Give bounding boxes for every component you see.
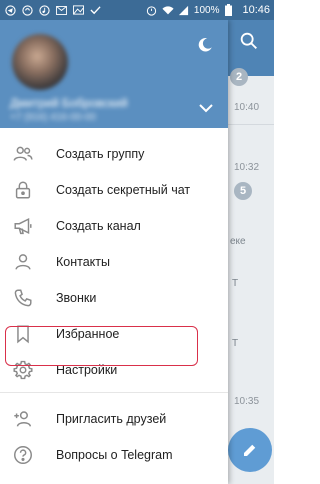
wifi-icon: [162, 4, 174, 16]
question-icon: [12, 444, 34, 466]
navigation-drawer: Дмитрий Бобровский +7 (916) 416-00-00 Со…: [0, 20, 228, 484]
menu-item-telegram-faq[interactable]: Вопросы о Telegram: [0, 437, 228, 473]
moon-icon[interactable]: [196, 36, 214, 54]
chat-time: 10:35: [234, 396, 260, 407]
status-bar: 100% 10:46: [0, 0, 274, 20]
chat-time: 10:32: [234, 162, 260, 173]
lock-icon: [12, 179, 34, 201]
menu-item-label: Контакты: [56, 255, 110, 269]
check-icon: [89, 4, 101, 16]
menu-item-new-group[interactable]: Создать группу: [0, 136, 228, 172]
menu-item-new-channel[interactable]: Создать канал: [0, 208, 228, 244]
sync-icon: [21, 4, 33, 16]
image-icon: [72, 4, 84, 16]
divider: [228, 124, 274, 125]
settings-highlight-frame: [5, 326, 198, 366]
chat-snippet: T: [232, 338, 239, 349]
drawer-menu: Создать группу Создать секретный чат Соз…: [0, 128, 228, 473]
user-phone: +7 (916) 416-00-00: [10, 112, 96, 123]
telegram-notification-icon: [4, 4, 16, 16]
menu-item-label: Пригласить друзей: [56, 412, 167, 426]
compose-button[interactable]: [228, 428, 272, 472]
pencil-icon: [244, 444, 256, 456]
chat-snippet: еке: [230, 236, 246, 247]
unread-badge: 5: [234, 182, 252, 200]
person-icon: [12, 251, 34, 273]
user-name: Дмитрий Бобровский: [10, 96, 128, 110]
alarm-icon: [146, 4, 158, 16]
megaphone-icon: [12, 215, 34, 237]
signal-icon: [178, 4, 190, 16]
menu-item-calls[interactable]: Звонки: [0, 280, 228, 316]
menu-item-invite-friends[interactable]: Пригласить друзей: [0, 401, 228, 437]
add-person-icon: [12, 408, 34, 430]
menu-item-label: Создать канал: [56, 219, 141, 233]
clock: 10:46: [242, 4, 270, 16]
battery-icon: [222, 4, 234, 16]
search-icon[interactable]: [238, 30, 260, 52]
menu-item-label: Создать секретный чат: [56, 183, 191, 197]
menu-item-contacts[interactable]: Контакты: [0, 244, 228, 280]
mail-icon: [55, 4, 67, 16]
avatar[interactable]: [12, 34, 68, 90]
phone-icon: [12, 287, 34, 309]
unread-badge: 2: [230, 68, 248, 86]
chat-time: 10:40: [234, 102, 260, 113]
battery-percent: 100%: [193, 4, 220, 16]
menu-item-label: Создать группу: [56, 147, 145, 161]
chevron-down-icon[interactable]: [198, 102, 214, 114]
menu-item-new-secret-chat[interactable]: Создать секретный чат: [0, 172, 228, 208]
divider: [0, 392, 228, 393]
music-icon: [38, 4, 50, 16]
chat-snippet: T: [232, 278, 239, 289]
menu-item-label: Звонки: [56, 291, 97, 305]
drawer-header: Дмитрий Бобровский +7 (916) 416-00-00: [0, 20, 228, 128]
menu-item-label: Вопросы о Telegram: [56, 448, 173, 462]
group-icon: [12, 143, 34, 165]
